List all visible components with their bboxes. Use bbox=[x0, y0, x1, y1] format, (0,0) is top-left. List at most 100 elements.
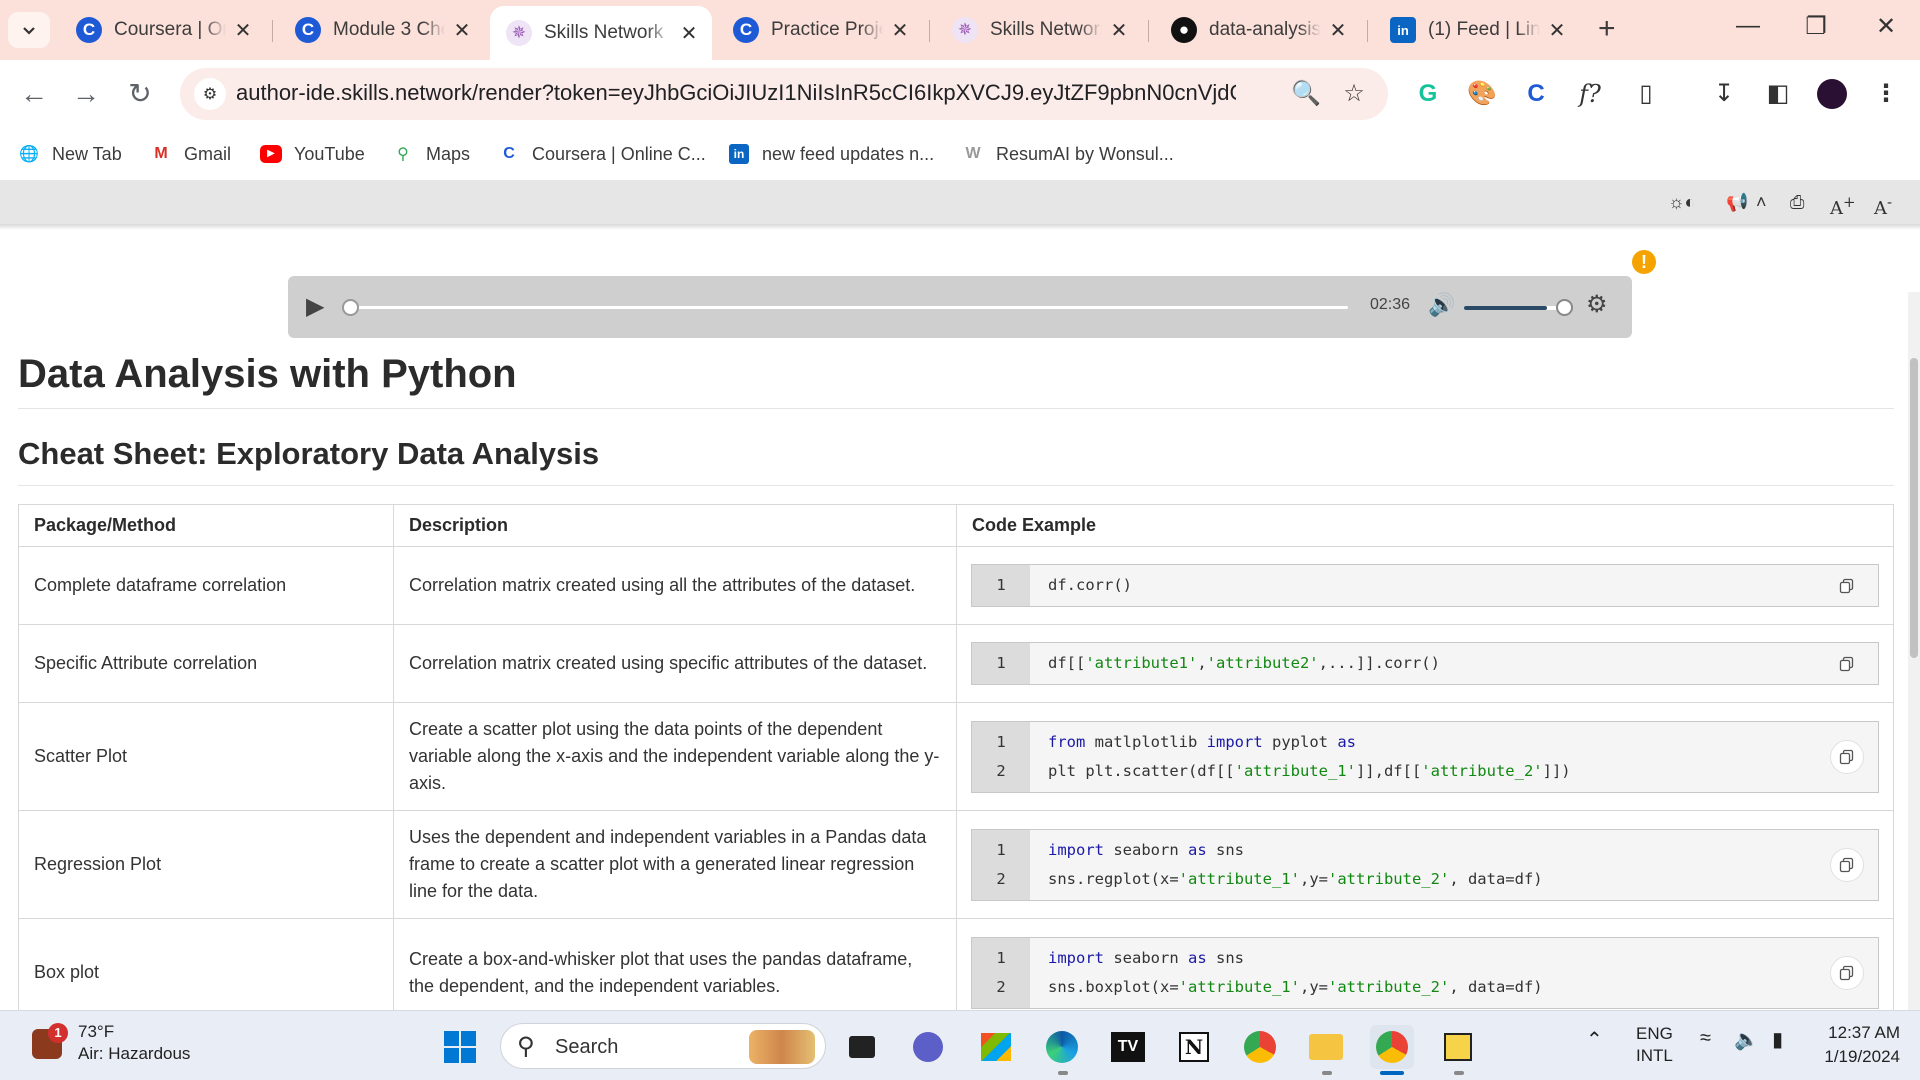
language-indicator[interactable]: ENG INTL bbox=[1636, 1023, 1673, 1067]
side-panel-icon[interactable]: ◧ bbox=[1760, 76, 1796, 112]
close-tab-icon[interactable]: ✕ bbox=[1327, 18, 1349, 43]
battery-icon[interactable]: ▮ bbox=[1772, 1027, 1783, 1052]
address-bar[interactable]: ⚙ author-ide.skills.network/render?token… bbox=[180, 68, 1388, 120]
extension-colorful-icon[interactable]: 🎨 bbox=[1464, 76, 1500, 112]
line-numbers: 12 bbox=[972, 829, 1030, 900]
copy-code-icon[interactable] bbox=[1830, 955, 1864, 990]
chrome-profile-active-icon[interactable] bbox=[1370, 1025, 1414, 1069]
formula-extension-icon[interactable]: f? bbox=[1572, 76, 1608, 112]
download-icon[interactable]: ↧ bbox=[1706, 76, 1742, 112]
line-numbers: 1 bbox=[972, 565, 1030, 606]
close-tab-icon[interactable]: ✕ bbox=[1546, 18, 1568, 43]
close-tab-icon[interactable]: ✕ bbox=[1108, 18, 1130, 43]
volume-handle[interactable] bbox=[1556, 299, 1573, 316]
volume-icon[interactable]: 🔊 bbox=[1428, 292, 1455, 318]
file-explorer-icon[interactable] bbox=[1304, 1025, 1348, 1069]
browser-tab[interactable]: C Module 3 Che ✕ bbox=[279, 8, 485, 52]
tray-chevron-up-icon[interactable]: ⌃ bbox=[1586, 1027, 1603, 1052]
collapse-up-icon[interactable]: ˄ bbox=[1756, 188, 1767, 216]
audio-progress-track[interactable] bbox=[348, 306, 1348, 309]
copy-code-icon[interactable] bbox=[1830, 569, 1864, 603]
copy-code-icon[interactable] bbox=[1830, 847, 1864, 882]
speaker-icon[interactable]: 🔈 bbox=[1734, 1027, 1759, 1052]
coursera-extension-icon[interactable]: C bbox=[1518, 76, 1554, 112]
play-icon[interactable]: ▶ bbox=[306, 292, 336, 322]
browser-tab[interactable]: ● data-analysis- ✕ bbox=[1155, 8, 1361, 52]
announcement-icon[interactable]: 📢 bbox=[1726, 188, 1748, 216]
sticky-notes-icon[interactable] bbox=[1436, 1025, 1480, 1069]
edge-browser-icon[interactable] bbox=[1040, 1025, 1084, 1069]
zoom-icon[interactable]: 🔍 bbox=[1290, 78, 1322, 110]
reload-button[interactable]: ↻ bbox=[120, 74, 160, 114]
code-block[interactable]: 1 2 from matlplotlib import pyplot as plt p… bbox=[971, 720, 1879, 793]
task-view-icon[interactable] bbox=[840, 1025, 884, 1069]
microsoft-store-icon[interactable] bbox=[974, 1025, 1018, 1069]
close-tab-icon[interactable]: ✕ bbox=[451, 18, 473, 43]
windows-start-icon[interactable] bbox=[438, 1025, 482, 1069]
browser-tab[interactable]: C Coursera | Onl ✕ bbox=[60, 8, 266, 52]
code-block[interactable]: 1 df[['attribute1','attribute2',...]].cor… bbox=[971, 642, 1879, 685]
site-info-icon[interactable]: ⚙ bbox=[194, 78, 226, 110]
copy-code-icon[interactable] bbox=[1830, 739, 1864, 774]
browser-tab[interactable]: in (1) Feed | Link ✕ bbox=[1374, 8, 1580, 52]
system-clock[interactable]: 12:37 AM 1/19/2024 bbox=[1810, 1021, 1900, 1069]
browser-tab[interactable]: C Practice Proje ✕ bbox=[717, 8, 923, 52]
theme-toggle-icon[interactable]: ☼◐ bbox=[1668, 188, 1695, 216]
notion-icon[interactable]: N bbox=[1172, 1025, 1216, 1069]
bookmarks-bar: 🌐 New Tab M Gmail ▶ YouTube ⚲ Maps C Cou… bbox=[0, 128, 1920, 180]
settings-gear-icon[interactable]: ⚙ bbox=[1586, 290, 1608, 319]
chrome-icon[interactable] bbox=[1238, 1025, 1282, 1069]
bookmark-new-tab[interactable]: 🌐 New Tab bbox=[18, 140, 122, 168]
print-icon[interactable]: ⎙ bbox=[1790, 188, 1804, 216]
code-block[interactable]: 1 df.corr() bbox=[971, 564, 1879, 607]
bookmark-youtube[interactable]: ▶ YouTube bbox=[260, 140, 365, 168]
minimize-icon[interactable]: — bbox=[1728, 12, 1768, 40]
font-increase-icon[interactable]: A+ bbox=[1830, 188, 1856, 219]
method-cell: Specific Attribute correlation bbox=[18, 624, 394, 703]
weather-widget[interactable]: 1 73°F Air: Hazardous bbox=[30, 1021, 190, 1065]
page-scrollbar[interactable] bbox=[1908, 292, 1920, 1010]
browser-menu-icon[interactable]: ⋮ bbox=[1868, 76, 1904, 112]
browser-tab[interactable]: ✵ Skills Network ✕ bbox=[490, 6, 712, 60]
copy-code-icon[interactable] bbox=[1830, 647, 1864, 681]
table-header-row: Package/Method Description Code Example bbox=[18, 504, 1894, 547]
volume-slider[interactable] bbox=[1464, 306, 1568, 310]
close-window-icon[interactable]: ✕ bbox=[1866, 12, 1906, 41]
line-number: 1 bbox=[996, 948, 1006, 967]
warning-icon[interactable]: ! bbox=[1632, 250, 1656, 274]
tab-separator bbox=[929, 20, 930, 42]
audio-progress-handle[interactable] bbox=[342, 299, 359, 316]
new-tab-button[interactable]: + bbox=[1598, 14, 1616, 44]
font-decrease-icon[interactable]: A- bbox=[1874, 188, 1892, 219]
resumai-icon: W bbox=[965, 145, 981, 162]
grammarly-icon[interactable]: G bbox=[1410, 76, 1446, 112]
tab-search-button[interactable] bbox=[8, 12, 50, 48]
taskbar-search[interactable]: ⚲ Search bbox=[500, 1023, 826, 1069]
forward-button[interactable]: → bbox=[66, 74, 106, 114]
teams-chat-icon[interactable] bbox=[906, 1025, 950, 1069]
close-tab-icon[interactable]: ✕ bbox=[889, 18, 911, 43]
code-block[interactable]: 1 2 import seaborn as sns sns.regplot(x='at… bbox=[971, 828, 1879, 901]
url-text[interactable]: author-ide.skills.network/render?token=e… bbox=[236, 80, 1236, 106]
bookmark-maps[interactable]: ⚲ Maps bbox=[392, 140, 470, 168]
bookmark-linkedin[interactable]: in new feed updates n... bbox=[728, 140, 934, 168]
extensions-puzzle-icon[interactable]: ▯ bbox=[1628, 76, 1664, 112]
tradingview-icon[interactable]: TV bbox=[1106, 1025, 1150, 1069]
scrollbar-thumb[interactable] bbox=[1910, 358, 1918, 658]
weather-icon: 1 bbox=[30, 1023, 68, 1063]
browser-tab[interactable]: ✵ Skills Network ✕ bbox=[936, 8, 1142, 52]
taskbar-indicator bbox=[1454, 1071, 1464, 1075]
table-row: Scatter Plot Create a scatter plot using … bbox=[18, 702, 1894, 811]
code-block[interactable]: 1 2 import seaborn as sns sns.boxplot(x='at… bbox=[971, 936, 1879, 1009]
profile-avatar[interactable] bbox=[1814, 76, 1850, 112]
close-tab-icon[interactable]: ✕ bbox=[232, 18, 254, 43]
bookmark-resumai[interactable]: W ResumAI by Wonsul... bbox=[962, 140, 1173, 168]
bookmark-star-icon[interactable]: ☆ bbox=[1338, 78, 1370, 110]
divider bbox=[18, 485, 1894, 486]
restore-icon[interactable]: ❐ bbox=[1796, 12, 1836, 41]
close-tab-icon[interactable]: ✕ bbox=[678, 21, 700, 46]
wifi-icon[interactable]: ≈ bbox=[1700, 1027, 1711, 1050]
bookmark-coursera[interactable]: C Coursera | Online C... bbox=[498, 140, 706, 168]
back-button[interactable]: ← bbox=[14, 74, 54, 114]
bookmark-gmail[interactable]: M Gmail bbox=[150, 140, 231, 168]
